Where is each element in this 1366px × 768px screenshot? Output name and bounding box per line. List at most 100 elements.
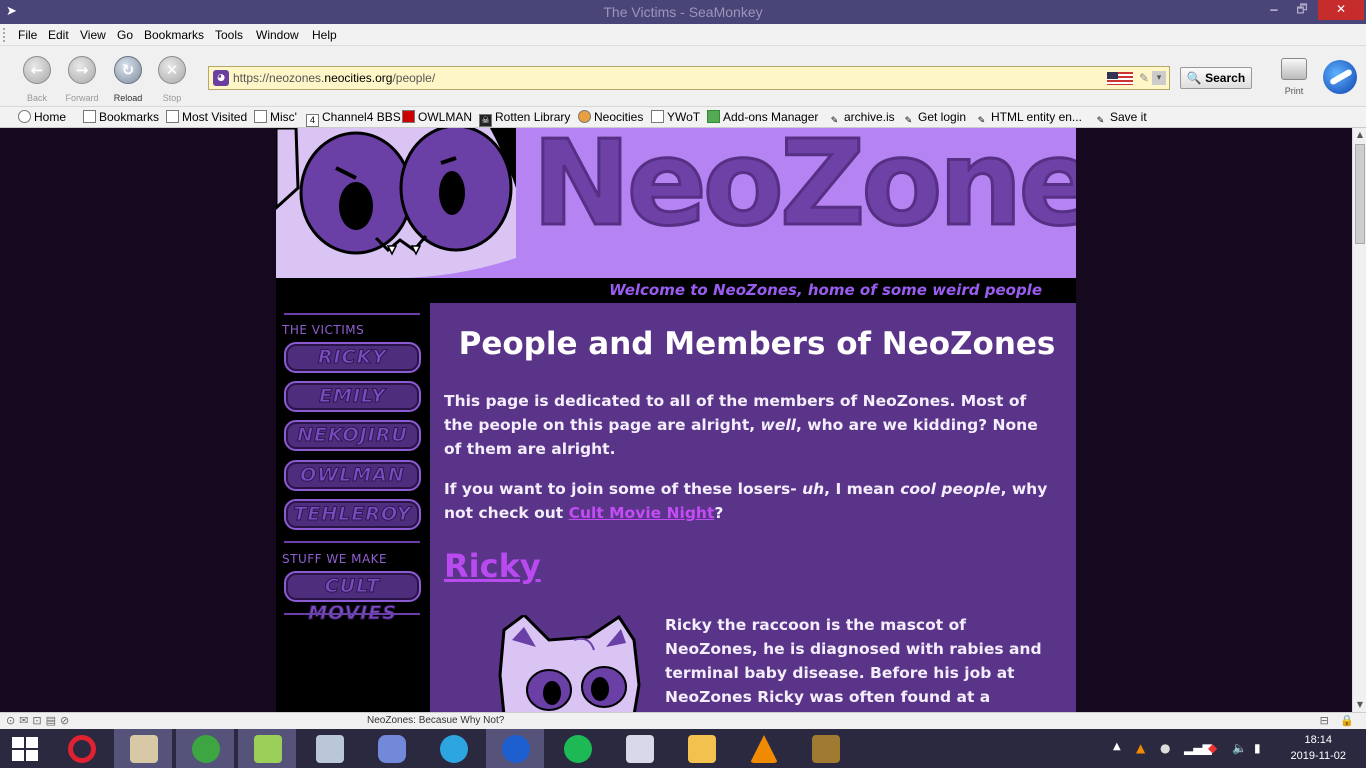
raccoon-banner-art: [276, 128, 516, 278]
window-title: The Victims - SeaMonkey: [603, 4, 763, 20]
bookmark-get-login[interactable]: ✎ Get login: [902, 110, 966, 128]
sidebar-divider: [284, 313, 420, 315]
sidebar-item-nekojiru[interactable]: NEKOJIRU: [284, 420, 421, 451]
forward-button[interactable]: → Forward: [62, 56, 102, 103]
taskbar-clover[interactable]: [176, 729, 234, 768]
welcome-tagline: Welcome to NeoZones, home of some weird …: [609, 281, 1042, 299]
sidebar-item-cult-movies[interactable]: CULT MOVIES: [284, 571, 421, 625]
tray-volume-icon[interactable]: 🔈: [1232, 741, 1247, 755]
taskbar-opera[interactable]: [52, 729, 110, 768]
bookmark-save-it[interactable]: ✎ Save it: [1094, 110, 1147, 128]
bookmark-rotten-library[interactable]: ☠ Rotten Library: [479, 110, 570, 127]
taskbar-editor[interactable]: [610, 729, 668, 768]
bookmark-addons-manager[interactable]: Add-ons Manager: [707, 110, 818, 124]
taskbar-telegram[interactable]: [424, 729, 482, 768]
menu-view[interactable]: View: [80, 28, 106, 42]
bookmark-misc[interactable]: Misc': [254, 110, 297, 124]
bookmark-archive-is[interactable]: ✎ archive.is: [828, 110, 895, 128]
bookmarklet-icon: ✎: [830, 115, 839, 125]
opera-icon: [68, 735, 96, 763]
menu-tools[interactable]: Tools: [215, 28, 243, 42]
sidebar-item-ricky[interactable]: RICKY: [284, 342, 421, 373]
maximize-button[interactable]: 🗗: [1288, 0, 1316, 20]
stop-button[interactable]: ✕ Stop: [152, 56, 192, 103]
site-banner: NeoZones: [276, 128, 1076, 278]
menu-window[interactable]: Window: [256, 28, 299, 42]
component-bar-icons[interactable]: ⊙✉⊡▤⊘: [6, 714, 73, 727]
taskbar-seamonkey[interactable]: [486, 729, 544, 768]
start-button[interactable]: [0, 729, 58, 768]
back-button[interactable]: ← Back: [17, 56, 57, 103]
taskbar-dosbox[interactable]: [796, 729, 854, 768]
taskbar-monitor[interactable]: [300, 729, 358, 768]
status-text: NeoZones: Becasue Why Not?: [367, 715, 505, 726]
toolbar-grip[interactable]: [3, 28, 8, 42]
close-button[interactable]: ✕: [1318, 0, 1364, 20]
taskbar-clock[interactable]: 18:14 2019-11-02: [1291, 732, 1346, 764]
cult-movie-night-link[interactable]: Cult Movie Night: [569, 504, 715, 522]
back-arrow-icon: ←: [23, 56, 51, 84]
scroll-thumb[interactable]: [1355, 144, 1365, 244]
bookmark-bookmarks[interactable]: Bookmarks: [83, 110, 159, 124]
tray-mcafee-icon[interactable]: ◆: [1208, 741, 1217, 755]
neocities-cat-icon: [578, 110, 591, 123]
skull-icon: ☠: [479, 114, 492, 127]
reload-button[interactable]: ↻ Reload: [108, 56, 148, 103]
bookmark-owlman[interactable]: OWLMAN: [402, 110, 472, 124]
sidebar-item-emily[interactable]: EMILY: [284, 381, 421, 412]
print-button[interactable]: Print: [1276, 58, 1312, 96]
bookmark-html-entity[interactable]: ✎ HTML entity en...: [975, 110, 1082, 128]
forward-arrow-icon: →: [68, 56, 96, 84]
seamonkey-throbber-icon[interactable]: [1323, 60, 1357, 94]
menu-file[interactable]: File: [18, 28, 37, 42]
ricky-heading-link[interactable]: Ricky: [444, 547, 541, 585]
bookmark-ywot[interactable]: YWoT: [651, 110, 700, 124]
intro-paragraph: This page is dedicated to all of the mem…: [444, 392, 1038, 458]
folder-icon: [688, 735, 716, 763]
bookmark-most-visited[interactable]: Most Visited: [166, 110, 247, 124]
minimize-button[interactable]: 🗕: [1260, 0, 1288, 20]
menu-help[interactable]: Help: [312, 28, 337, 42]
taskbar-discord[interactable]: [362, 729, 420, 768]
folder-icon: [254, 110, 267, 123]
join-paragraph: If you want to join some of these losers…: [444, 480, 1048, 522]
tray-vlc-icon[interactable]: ▲: [1136, 741, 1145, 755]
scroll-down-icon[interactable]: ▼: [1353, 698, 1366, 712]
url-text[interactable]: https://neozones.neocities.org/people/: [233, 71, 435, 85]
reload-icon: ↻: [114, 56, 142, 84]
scroll-up-icon[interactable]: ▲: [1353, 128, 1366, 142]
menu-bookmarks[interactable]: Bookmarks: [144, 28, 204, 42]
menu-edit[interactable]: Edit: [48, 28, 69, 42]
menu-bar: File Edit View Go Bookmarks Tools Window…: [0, 24, 1366, 46]
tray-battery-icon[interactable]: ▮: [1254, 741, 1261, 755]
url-bar[interactable]: ◕ https://neozones.neocities.org/people/…: [208, 66, 1170, 90]
search-button[interactable]: 🔍 Search: [1180, 67, 1252, 89]
main-content: People and Members of NeoZones This page…: [430, 303, 1076, 712]
tray-overflow-icon[interactable]: ▲: [1113, 741, 1121, 752]
taskbar-explorer[interactable]: [672, 729, 730, 768]
sidebar-divider: [284, 613, 420, 615]
sidebar-item-owlman[interactable]: OWLMAN: [284, 460, 421, 491]
channel4-icon: 4: [306, 114, 319, 127]
dosbox-icon: [812, 735, 840, 763]
taskbar-paint[interactable]: [114, 729, 172, 768]
bookmark-neocities[interactable]: Neocities: [578, 110, 643, 124]
menu-go[interactable]: Go: [117, 28, 133, 42]
pencil-icon[interactable]: ✎: [1139, 71, 1149, 85]
tray-globe-icon[interactable]: ●: [1160, 741, 1170, 755]
bookmark-home[interactable]: Home: [18, 110, 66, 124]
bookmarklet-icon: ✎: [977, 115, 986, 125]
url-dropdown-icon[interactable]: ▾: [1152, 71, 1166, 85]
taskbar-vlc[interactable]: [734, 729, 792, 768]
editor-icon: [626, 735, 654, 763]
sidebar-item-tehleroy[interactable]: TEHLEROY: [284, 499, 421, 530]
search-icon: 🔍: [1186, 71, 1202, 85]
bookmark-channel4-bbs[interactable]: 4 Channel4 BBS: [306, 110, 401, 127]
status-right-icons: ⊟ 🔒: [1319, 714, 1358, 727]
taskbar-notepad[interactable]: [238, 729, 296, 768]
taskbar-spotify[interactable]: [548, 729, 606, 768]
home-icon: [18, 110, 31, 123]
vertical-scrollbar[interactable]: ▲ ▼: [1352, 128, 1366, 712]
ywot-icon: [651, 110, 664, 123]
windows-logo-icon: [12, 737, 38, 761]
